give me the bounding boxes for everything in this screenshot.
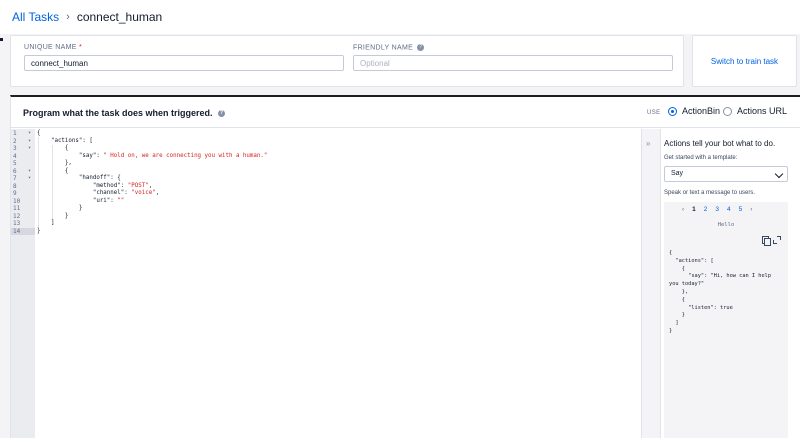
unique-name-label: UNIQUE NAME * <box>24 44 82 51</box>
code-line: } <box>37 205 83 211</box>
copy-icon[interactable] <box>762 236 771 246</box>
line-number: 9 <box>13 190 17 197</box>
line-number: 12 <box>13 212 21 220</box>
line-number-gutter: 1 ▾ 2 ▾ 3 ▾ 4 5 6 ▾ 7 ▾ 8 9 10 11 12 13 14 <box>11 129 35 438</box>
code-line: { <box>37 145 69 151</box>
example-code-line: { <box>669 265 685 272</box>
code-line: "uri": "" <box>37 197 125 204</box>
template-label: Get started with a template: <box>664 155 738 161</box>
code-line: "actions": [ <box>37 137 93 144</box>
sidebar-collapse-strip: » <box>641 129 661 438</box>
example-code-line: } <box>669 327 673 334</box>
line-number: 3 ▾ <box>13 145 31 153</box>
line-number: 5 <box>13 160 17 167</box>
expand-icon[interactable] <box>773 236 781 244</box>
collapse-sidebar-icon[interactable]: » <box>646 139 650 148</box>
code-line: "handoff": { <box>37 175 121 181</box>
line-number: 11 <box>13 205 21 212</box>
line-number: 13 <box>13 220 21 227</box>
example-code-line: { <box>669 250 673 256</box>
code-line: "say": " Hold on, we are connecting you … <box>37 152 268 159</box>
radio-selected-icon <box>668 106 677 116</box>
pager-page-3[interactable]: 3 <box>715 206 719 213</box>
code-line: ] <box>37 220 55 226</box>
switch-to-train-task-link[interactable]: Switch to train task <box>711 57 778 66</box>
program-panel: Program what the task does when triggere… <box>10 95 800 438</box>
required-mark: * <box>78 44 82 51</box>
breadcrumb-all-tasks-link[interactable]: All Tasks <box>12 10 59 24</box>
sidebar-title: Actions tell your bot what to do. <box>664 139 776 148</box>
line-number-active: 14 <box>11 227 35 235</box>
actions-help-sidebar: Actions tell your bot what to do. Get st… <box>662 129 800 438</box>
code-line: { <box>37 167 69 174</box>
help-icon[interactable]: ? <box>218 110 226 118</box>
example-code-line: } <box>669 312 685 319</box>
pager-page-5[interactable]: 5 <box>739 206 743 213</box>
edge-marker <box>0 38 3 41</box>
actionbin-radio[interactable]: ActionBin <box>668 106 720 116</box>
pager-page-4[interactable]: 4 <box>727 206 731 213</box>
line-number: 1 ▾ <box>13 130 31 138</box>
breadcrumb-separator: › <box>66 11 70 23</box>
code-line: }, <box>37 160 72 166</box>
example-code-line: "say": "Hi, how can I help <box>669 273 772 280</box>
line-number: 10 <box>13 197 21 205</box>
example-code-line: "actions": [ <box>669 257 714 264</box>
task-names-card: UNIQUE NAME * FRIENDLY NAME ? <box>10 35 684 87</box>
template-description: Speak or text a message to users. <box>664 190 756 196</box>
use-label: USE <box>647 110 661 116</box>
pager-next-icon[interactable]: › <box>750 206 752 213</box>
breadcrumb: All Tasks › connect_human <box>12 10 162 24</box>
example-code-line: { <box>669 296 685 303</box>
line-number: 8 <box>13 182 17 190</box>
fold-arrow-icon[interactable]: ▾ <box>28 175 31 183</box>
chevron-down-icon <box>774 169 784 179</box>
code-line: { <box>37 130 41 136</box>
unique-name-input[interactable] <box>24 55 344 71</box>
line-number: 7 ▾ <box>13 175 31 183</box>
code-editor[interactable]: 1 ▾ 2 ▾ 3 ▾ 4 5 6 ▾ 7 ▾ 8 9 10 11 12 13 14 { … <box>11 129 641 438</box>
example-code-line: you today?" <box>669 281 705 288</box>
fold-arrow-icon[interactable]: ▾ <box>28 145 31 153</box>
fold-arrow-icon[interactable]: ▾ <box>28 168 31 176</box>
pager-prev-icon[interactable]: ‹ <box>682 206 684 213</box>
top-bar: All Tasks › connect_human <box>0 0 800 34</box>
pager-page-1[interactable]: 1 <box>692 206 696 213</box>
friendly-name-input[interactable] <box>353 55 673 71</box>
code-line: "method": "POST", <box>37 182 153 189</box>
example-pager: ‹ 1 2 3 4 5 › <box>682 206 760 213</box>
program-header: Program what the task does when triggere… <box>11 97 800 128</box>
line-number: 6 ▾ <box>13 167 31 176</box>
code-line: } <box>37 212 69 219</box>
breadcrumb-current-task: connect_human <box>76 10 163 24</box>
actions-url-radio[interactable]: Actions URL <box>723 106 787 116</box>
example-code-line: "listen": true <box>669 304 733 311</box>
program-title: Program what the task does when triggere… <box>23 108 226 118</box>
template-select[interactable]: Say <box>664 166 788 182</box>
radio-unselected-icon <box>723 106 732 116</box>
line-number: 4 <box>13 152 17 160</box>
line-number: 2 ▾ <box>13 137 31 146</box>
example-code: { "actions": [ { "say": "Hi, how can I h… <box>669 250 787 336</box>
code-line: } <box>37 227 41 234</box>
help-icon[interactable]: ? <box>417 44 425 51</box>
pager-page-2[interactable]: 2 <box>704 206 708 213</box>
example-code-line: ] <box>669 320 679 327</box>
example-code-line: }, <box>669 288 689 295</box>
template-example: ‹ 1 2 3 4 5 › Hello { "actions": [ { "sa… <box>664 202 788 438</box>
fold-arrow-icon[interactable]: ▾ <box>28 138 31 146</box>
template-select-value: Say <box>671 170 684 177</box>
code-content[interactable]: { "actions": [ { "say": " Hold on, we ar… <box>37 130 637 235</box>
code-line: "channel": "voice", <box>37 190 160 196</box>
friendly-name-label: FRIENDLY NAME ? <box>353 44 425 52</box>
example-hello-text: Hello <box>717 222 735 228</box>
fold-arrow-icon[interactable]: ▾ <box>28 130 31 138</box>
train-task-card: Switch to train task <box>692 35 797 87</box>
